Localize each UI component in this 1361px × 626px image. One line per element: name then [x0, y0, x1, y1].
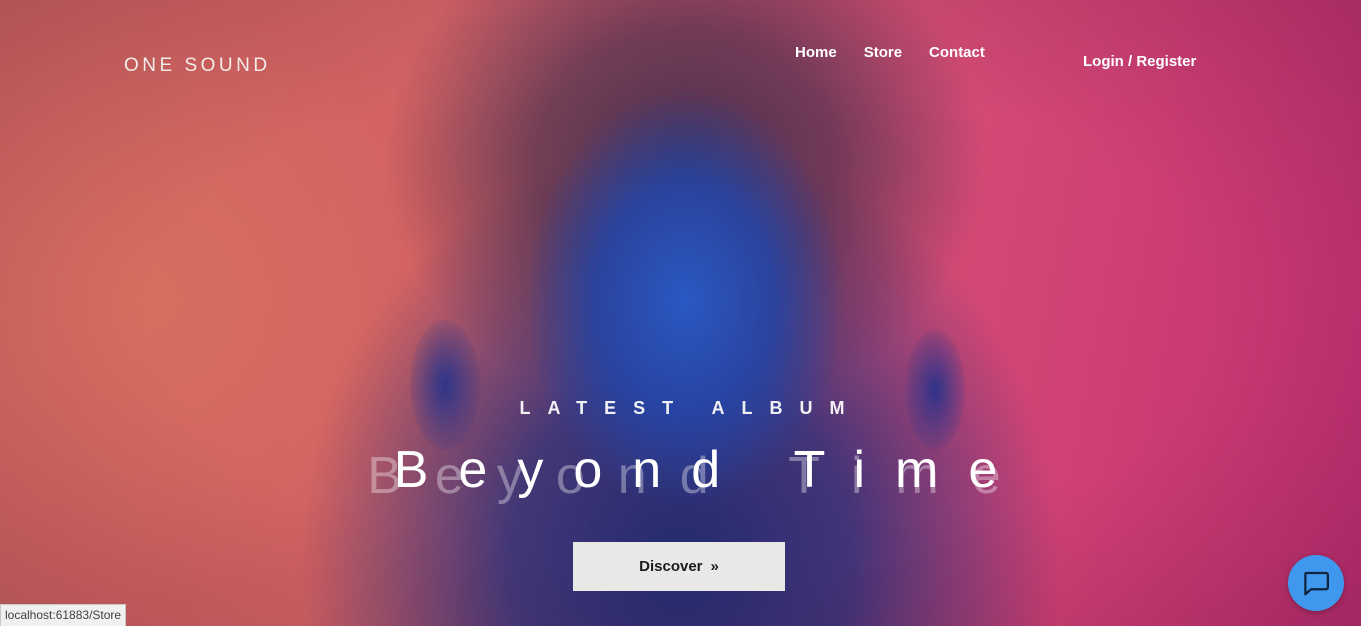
- discover-button-label: Discover: [639, 558, 703, 575]
- hero-background-shape: [905, 330, 965, 450]
- chat-button[interactable]: [1288, 555, 1344, 611]
- double-chevron-right-icon: »: [710, 558, 719, 575]
- nav-link-contact[interactable]: Contact: [929, 44, 985, 61]
- browser-status-url: localhost:61883/Store: [0, 604, 127, 626]
- brand-logo[interactable]: ONE SOUND: [124, 55, 271, 77]
- hero-title-group: Beyond Time Beyond Time: [0, 440, 1361, 510]
- hero-section: ONE SOUND Home Store Contact Login / Reg…: [0, 0, 1361, 626]
- nav-link-store[interactable]: Store: [864, 44, 902, 61]
- main-nav: Home Store Contact: [795, 44, 1012, 61]
- hero-background-shape: [410, 320, 480, 450]
- nav-link-home[interactable]: Home: [795, 44, 837, 61]
- hero-eyebrow: LATEST ALBUM: [519, 398, 862, 418]
- discover-button[interactable]: Discover »: [573, 542, 785, 591]
- hero-title: Beyond Time: [393, 441, 1028, 499]
- login-register-link[interactable]: Login / Register: [1083, 53, 1196, 70]
- chat-bubble-icon: [1304, 571, 1329, 596]
